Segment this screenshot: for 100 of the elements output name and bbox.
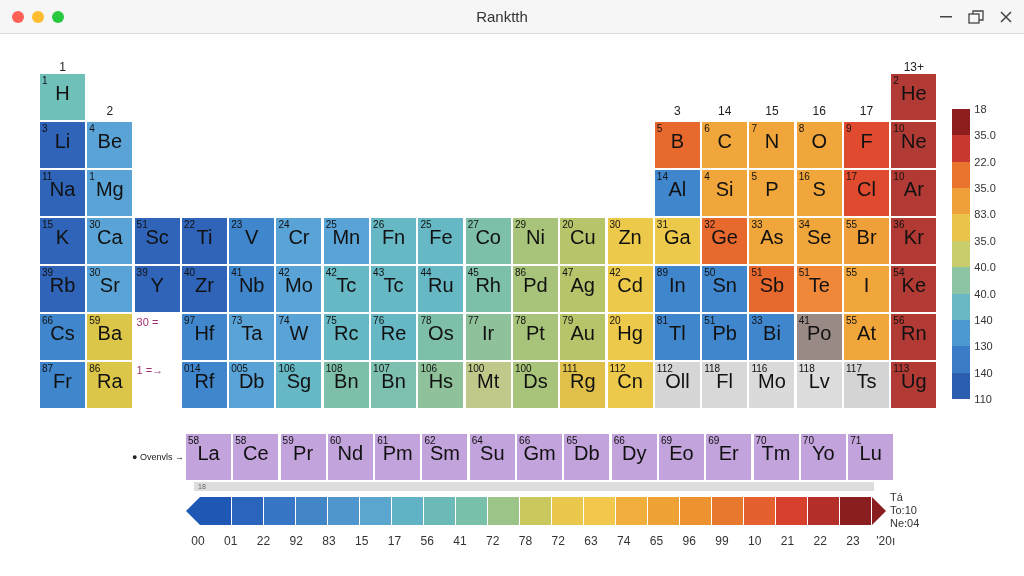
atomic-number: 71 [850, 435, 862, 446]
element-symbol: Be [97, 129, 123, 153]
atomic-number: 55 [846, 219, 858, 230]
legend-tick-label: 130 [974, 340, 994, 353]
atomic-number: 11 [42, 171, 53, 182]
atomic-number: 81 [656, 315, 668, 326]
element-symbol: In [669, 273, 686, 297]
scale-side-label: Tá [890, 491, 904, 504]
group-label: 15 [765, 104, 779, 120]
atomic-number: 2 [893, 75, 899, 86]
atomic-number: 36 [893, 219, 905, 230]
element-symbol: Ar [903, 177, 924, 201]
element-tile[interactable]: 112Oll [654, 362, 700, 408]
scale-side-label: Ne:04 [890, 517, 920, 530]
element-symbol: He [901, 81, 927, 105]
legend-tick-label: 22.0 [974, 155, 996, 168]
atomic-number: 10 [893, 171, 905, 182]
atomic-number: 30 [89, 267, 101, 278]
atomic-number: 58 [188, 435, 200, 446]
atomic-number: 89 [656, 267, 668, 278]
element-symbol: Mg [95, 177, 124, 201]
element-tile[interactable]: 9 F [844, 122, 890, 168]
atomic-number: 39 [136, 267, 148, 278]
scale-tick-label: 22 [255, 534, 272, 548]
element-symbol: Tc [383, 273, 404, 297]
element-symbol: K [55, 225, 70, 249]
atomic-number: 66 [42, 315, 54, 326]
scale-tick-label: 74 [616, 534, 632, 548]
atomic-number: 79 [562, 315, 574, 326]
element-tile[interactable]: 55 I [844, 266, 890, 312]
gap-label: 1 =→ [135, 363, 164, 376]
element-symbol: Ni [526, 225, 545, 249]
atomic-number: 7 [751, 123, 757, 134]
atomic-number: 73 [231, 315, 243, 326]
element-symbol: W [289, 321, 309, 345]
atomic-number: 32 [704, 219, 716, 230]
element-symbol: Al [668, 177, 687, 201]
scale-tick-label: 10 [747, 534, 763, 548]
element-tile[interactable]: 4 Si [702, 170, 748, 216]
element-tile[interactable]: 5 P [749, 170, 795, 216]
scale-tick-label: 63 [583, 534, 599, 548]
restore-icon[interactable] [968, 9, 984, 24]
atomic-number: 78 [514, 315, 527, 326]
atomic-number: 25 [325, 219, 337, 230]
element-tile[interactable]: 8 O [796, 122, 842, 168]
scale-tick-label: 23 [845, 534, 861, 548]
scale-tick-label: 21 [779, 534, 796, 548]
atomic-number: 4 [89, 123, 95, 134]
element-symbol: V [245, 225, 259, 249]
element-symbol: Zr [194, 273, 214, 297]
group-label: 13+ [903, 60, 924, 76]
element-symbol: Li [54, 129, 71, 153]
atomic-number: 78 [420, 315, 432, 326]
scale-tick-label: 15 [354, 534, 370, 548]
element-symbol: H [55, 81, 70, 105]
atomic-number: 43 [373, 267, 385, 278]
atomic-number: 25 [420, 219, 432, 230]
scale-tick-label: 17 [386, 534, 403, 548]
atomic-number: 42 [278, 267, 290, 278]
atomic-number: 58 [235, 435, 247, 446]
scale-tick-label: 56 [419, 534, 435, 548]
element-symbol: At [857, 321, 876, 345]
element-tile[interactable]: 7 N [749, 122, 795, 168]
element-symbol: I [863, 273, 870, 297]
element-tile[interactable]: 1 H [40, 74, 85, 120]
element-tile[interactable]: 005Db [229, 362, 275, 408]
atomic-number: 29 [514, 219, 527, 230]
gap-label: 30 = [135, 315, 159, 328]
element-symbol: Sr [99, 273, 120, 297]
group-label: 3 [674, 104, 681, 120]
legend-tick-label: 35.0 [974, 234, 996, 247]
element-symbol: O [811, 129, 828, 153]
element-symbol: Er [718, 441, 739, 465]
atomic-number: 26 [373, 219, 385, 230]
legend-tick-label: 40.0 [974, 261, 996, 274]
close-icon[interactable] [1000, 10, 1012, 23]
legend-tick-label: 110 [974, 392, 993, 405]
atomic-number: 44 [420, 267, 432, 278]
atomic-number: 70 [802, 435, 814, 446]
atomic-number: 31 [656, 219, 668, 230]
element-tile[interactable]: 6 C [702, 122, 748, 168]
legend-tick-label: 40.0 [974, 287, 996, 300]
atomic-number: 39 [42, 267, 54, 278]
legend-tick-label: 35.0 [974, 182, 996, 195]
scale-tick-label: 65 [648, 534, 665, 548]
scale-tick-label: '20ı [875, 534, 897, 548]
scale-tick-label: 83 [321, 534, 337, 548]
atomic-number: 86 [89, 363, 101, 374]
atomic-number: 014 [183, 363, 201, 374]
close-button[interactable] [12, 10, 24, 23]
atomic-number: 33 [751, 219, 763, 230]
element-tile[interactable]: 014Rf [181, 362, 227, 408]
atomic-number: 42 [325, 267, 337, 278]
atomic-number: 87 [42, 363, 54, 374]
minimize-icon[interactable] [940, 15, 952, 18]
atomic-number: 34 [798, 219, 810, 230]
atomic-number: 54 [893, 267, 905, 278]
element-symbol: S [812, 177, 826, 201]
element-tile[interactable]: 5 B [654, 122, 700, 168]
element-symbol: Cl [857, 177, 876, 201]
